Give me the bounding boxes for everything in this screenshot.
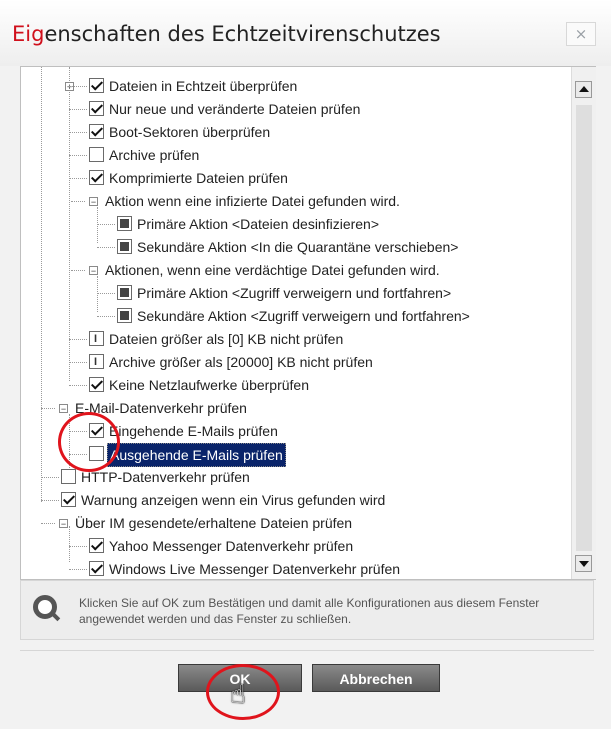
collapse-icon[interactable]: − — [89, 197, 98, 207]
checkbox[interactable] — [89, 124, 104, 139]
checkbox[interactable] — [61, 469, 76, 484]
checkbox[interactable] — [89, 377, 104, 392]
dialog-title: Eigenschaften des Echtzeitvirenschutzes — [12, 22, 441, 46]
tree-item-label: Über IM gesendete/erhaltene Dateien prüf… — [75, 515, 353, 531]
tree-item-label: Archive prüfen — [109, 147, 200, 163]
number-field-icon[interactable] — [89, 351, 104, 373]
scroll-down-button[interactable] — [575, 555, 592, 572]
tree-line — [69, 132, 87, 133]
tree-line — [97, 293, 115, 294]
tree-line — [69, 86, 87, 87]
tree-item-label: Yahoo Messenger Datenverkehr prüfen — [109, 538, 354, 554]
tree-line — [97, 247, 115, 248]
tree-item-label: Dateien größer als [0] KB nicht prüfen — [109, 331, 344, 347]
tree-line — [41, 408, 55, 409]
tree-line — [41, 477, 59, 478]
tree-item-label: Keine Netzlaufwerke überprüfen — [109, 377, 310, 393]
footer-divider — [20, 650, 594, 651]
tree-item-label: Archive größer als [20000] KB nicht prüf… — [109, 354, 373, 370]
tree-line — [97, 316, 115, 317]
tree-item-label: Boot-Sektoren überprüfen — [109, 124, 271, 140]
tree-line — [41, 523, 55, 524]
magnifier-info-icon — [33, 595, 57, 619]
checkbox[interactable] — [61, 492, 76, 507]
info-text: Klicken Sie auf OK zum Bestätigen und da… — [79, 596, 540, 626]
cancel-button[interactable]: Abbrechen — [312, 664, 440, 692]
tree-item-label: Warnung anzeigen wenn ein Virus gefunden… — [81, 492, 386, 508]
collapse-icon[interactable]: − — [59, 519, 68, 529]
title-accent: Eig — [12, 22, 45, 46]
action-dropdown-icon[interactable] — [117, 285, 132, 300]
tree-line — [69, 178, 87, 179]
action-dropdown-icon[interactable] — [117, 216, 132, 231]
tree-item-label: Komprimierte Dateien prüfen — [109, 170, 288, 186]
checkbox[interactable] — [89, 561, 104, 576]
tree-item-label: Sekundäre Aktion <Zugriff verweigern und… — [137, 308, 470, 324]
tree-item-label: Eingehende E-Mails prüfen — [109, 423, 278, 439]
tree-line — [69, 546, 87, 547]
close-button[interactable]: × — [566, 22, 596, 46]
tree-line — [69, 569, 87, 570]
tree-item-label: Primäre Aktion <Zugriff verweigern und f… — [137, 285, 452, 301]
tree-line — [97, 224, 115, 225]
tree-line — [69, 339, 87, 340]
tree-item-label: Nur neue und veränderte Dateien prüfen — [109, 101, 361, 117]
tree-item-label: Primäre Aktion <Dateien desinfizieren> — [137, 216, 380, 232]
settings-tree-panel: + Dateien in Echtzeit überprüfen Nur neue … — [20, 66, 596, 580]
title-rest: enschaften des Echtzeitvirenschutzes — [44, 22, 441, 46]
collapse-icon[interactable]: − — [59, 404, 68, 414]
info-panel: Klicken Sie auf OK zum Bestätigen und da… — [20, 580, 594, 640]
settings-tree: + Dateien in Echtzeit überprüfen Nur neue … — [21, 67, 571, 579]
tree-line — [69, 67, 70, 381]
tree-line — [97, 207, 98, 243]
tree-item-label: Sekundäre Aktion <In die Quarantäne vers… — [137, 239, 459, 255]
action-dropdown-icon[interactable] — [117, 308, 132, 323]
checkbox[interactable] — [89, 147, 104, 162]
annotation-circle — [206, 664, 280, 720]
tree-item-label: Windows Live Messenger Datenverkehr prüf… — [109, 561, 401, 577]
vertical-scrollbar[interactable] — [571, 67, 596, 579]
tree-line — [69, 362, 87, 363]
tree-line — [71, 201, 85, 202]
action-dropdown-icon[interactable] — [117, 239, 132, 254]
collapse-icon[interactable]: − — [89, 266, 98, 276]
scroll-up-button[interactable] — [575, 81, 592, 98]
checkbox[interactable] — [89, 538, 104, 553]
tree-line — [41, 67, 42, 502]
tree-item-label: Aktion wenn eine infizierte Datei gefund… — [105, 193, 400, 209]
number-field-icon[interactable] — [89, 328, 104, 350]
tree-line — [97, 276, 98, 312]
scroll-track[interactable] — [576, 105, 592, 551]
annotation-circle — [58, 412, 120, 472]
tree-item-label: Aktionen, wenn eine verdächtige Datei ge… — [105, 262, 440, 278]
checkbox[interactable] — [89, 170, 104, 185]
tree-item-label: Dateien in Echtzeit überprüfen — [109, 78, 298, 94]
tree-item-label: Ausgehende E-Mails prüfen — [107, 443, 286, 467]
properties-dialog: Eigenschaften des Echtzeitvirenschutzes … — [0, 0, 611, 729]
tree-line — [41, 500, 59, 501]
checkbox[interactable] — [89, 78, 104, 93]
tree-item-label: HTTP-Datenverkehr prüfen — [81, 469, 250, 485]
title-bar: Eigenschaften des Echtzeitvirenschutzes … — [0, 0, 611, 66]
tree-line — [69, 385, 87, 386]
tree-line — [69, 109, 87, 110]
tree-line — [69, 526, 70, 562]
checkbox[interactable] — [89, 101, 104, 116]
tree-line — [69, 155, 87, 156]
tree-line — [71, 270, 85, 271]
